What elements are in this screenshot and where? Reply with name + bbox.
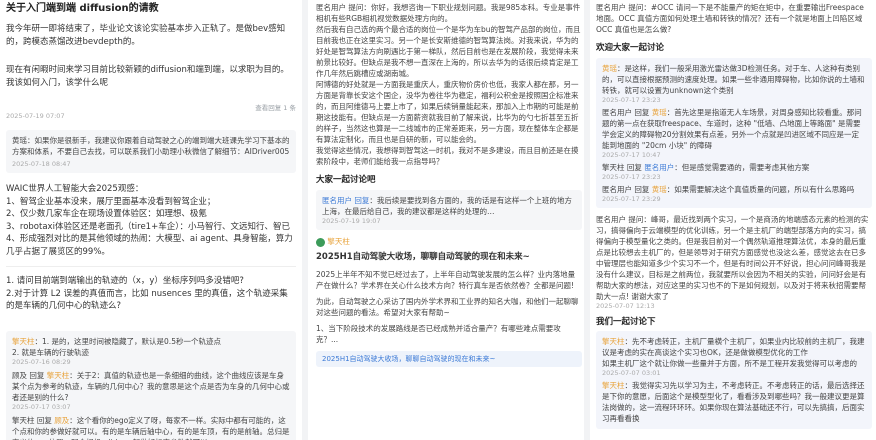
feed-column-left: 关于入门端到端 diffusion的请教 我今年研一即将结束了，毕业论文该论实验…	[0, 0, 302, 440]
answer-date: 2025-07-18 08:47	[12, 160, 71, 168]
reply-date: 2025-07-19 19:07	[322, 217, 381, 225]
answer-4: 匿名用户 回复 黄瑶：如果需要解决这个真值质量的问题，所以有什么思路吗	[602, 185, 855, 194]
answer-date: 2025-07-17 10:47	[602, 151, 661, 159]
occ-question: 匿名用户 提问：#OCC 请问一下是不能量产的矩在矩中，在重要输出Freespa…	[596, 3, 864, 34]
answer-3: 擎天柱 回复 匿名用户：但是感觉需要通的，需要考虑其他方案	[602, 163, 810, 172]
article-title[interactable]: 2025H1自动驾驶大收场，聊聊自动驾驶的现在和未来~	[316, 251, 582, 264]
answer-2: 匿名用户 回复 黄瑶：首先这里是指道无人车场景，对周身感知比较看重。那问题的第一…	[602, 108, 862, 150]
commenter-name[interactable]: 擎天柱	[12, 337, 35, 346]
author-avatar	[316, 237, 325, 247]
feed-column-right: 匿名用户 提问：#OCC 请问一下是不能量产的矩在矩中，在重要输出Freespa…	[590, 0, 876, 440]
question-1: 1. 请问目前端到端输出的轨迹的（x，y）坐标序列吗多没错吧?	[6, 276, 244, 286]
answer-b2-line-2: 如果主机厂这个就让你做一些量并于方面，所不是工程开发我觉得可以考虑的	[602, 359, 857, 368]
feed-column-middle: 匿名用户 提问：你好，我想咨询一下职业规划问题。我是985本科。专业是事件相机有…	[310, 0, 587, 440]
answer-date: 2025-07-17 23:23	[602, 96, 661, 104]
answer-text: 黄瑶：如果你是很新手，我建议你跟着自动驾驶之心的端到端大班课先学习下基本的方案和…	[12, 136, 290, 156]
comments-card: 擎天柱：1. 是的，这里时间被隐藏了，默认是0.5秒一个轨迹点 2. 就是车辆的…	[6, 330, 296, 440]
answer-card: 黄瑶：如果你是很新手，我建议你跟着自动驾驶之心的端到端大班课先学习下基本的方案和…	[6, 130, 296, 173]
waic-line: WAIC世界人工智能大会2025观感：	[6, 184, 144, 194]
column-separator	[302, 0, 308, 440]
discussion-title: 大家一起讨论吧	[316, 175, 376, 185]
answer-date: 2025-07-17 23:23	[602, 173, 661, 181]
waic-line: 2、仅少数几家车企在现场设置体验区：如理想、极氪	[6, 209, 207, 219]
comment-1-line-2: 2. 就是车辆的行驶轨迹	[12, 347, 90, 357]
waic-line: 1、智驾企业基本没来，展厅里面基本没看到智驾企业；	[6, 196, 216, 207]
comment-3: 擎天柱 回复 顾及：这个看你的ego定义了呀，每家不一样。实际中都有可能的，这个…	[12, 415, 290, 440]
article-question: 1、当下阶段技术的发展路线是否已经成熟并适合量产？有哪些难点需要攻克？...	[316, 323, 561, 344]
answer-b2: 擎天柱：先不考虑转正，主机厂量横个主机厂，如果业内比较前的主机厂，我建议是考虑的…	[602, 337, 865, 357]
question-date: 2025-07-07 12:13	[596, 302, 655, 310]
waic-line: 3、robotaxi体验区还是老面孔（tire1+车企）：小马智行、文远知行、智…	[6, 221, 290, 232]
question-2: 2.对于计算 L2 误差的真值而言，比如 nusences 里的真值，这个轨迹采…	[6, 288, 288, 312]
article-para-1: 2025上半年不知不觉已经过去了，上半年自动驾驶发展的怎么样？业内落地量产在做什…	[316, 269, 576, 290]
waic-line: 4、形成强烈对比的是其他领域的热闹：大模型、ai agent、具身智能，算力几乎…	[6, 234, 293, 257]
reply-card: 匿名用户 回复：我后续是要找到各方面的，我的话是有这样一个上班的地方上海，在最后…	[316, 190, 582, 230]
article-link[interactable]: 2025H1自动驾驶大收场，聊聊自动驾驶的现在和未来~	[316, 350, 582, 367]
article-card[interactable]: 擎天柱 2025H1自动驾驶大收场，聊聊自动驾驶的现在和未来~ 2025上半年不…	[316, 236, 582, 367]
post-body: 我今年研一即将结束了，毕业论文该论实验基本步入正轨了。是做bev感知的，跨模态蒸…	[6, 24, 286, 47]
comment-1: 擎天柱：1. 是的，这里时间被隐藏了，默认是0.5秒一个轨迹点	[12, 336, 221, 346]
answer-1: 黄瑶：是这样，我们一般采用激光雷达做3D检测任务。对于车、人这种有类别的，可以直…	[602, 64, 865, 95]
comment-date: 2025-07-17 03:07	[12, 402, 71, 411]
reply-text: 匿名用户 回复：我后续是要找到各方面的，我的话是有这样一个上班的地方上海，在最后…	[322, 196, 572, 216]
post-body-2: 现在有闲暇时间来学习目前比较新颖的diffusion和端到端，以求职为目的。我该…	[6, 65, 289, 88]
view-replies-link[interactable]: 查看回复 1 条	[255, 102, 296, 112]
internship-question: 匿名用户 提问：峰哥，最近找到两个实习，一个是商汤的地端感态元素的检测的实习，搞…	[596, 215, 869, 301]
question-para-3: 我觉得这些情况，我想得到智驾这一时机，我对不是多建设，而且目前还是在摸索阶段中，…	[316, 146, 579, 166]
question-para-1: 然后我有自己选的两个最合适的岗位一个是华为车bu的智驾产品部的岗位，而且目前我也…	[316, 25, 581, 78]
discussion-title-2: 我们一起讨论下	[596, 317, 656, 327]
answer-date: 2025-07-07 03:01	[602, 369, 661, 377]
comment-date: 2025-07-16 08:29	[12, 357, 71, 366]
article-para-2: 为此，自动驾驶之心采访了国内外学术界和工业界的知名大咖，和他们一起聊聊对这些问题…	[316, 296, 579, 317]
author-name[interactable]: 擎天柱	[327, 237, 350, 246]
waic-post: WAIC世界人工智能大会2025观感： 1、智驾企业基本没来，展厅里面基本没看到…	[6, 183, 296, 258]
answer-date: 2025-07-17 23:29	[602, 195, 661, 203]
answers-card: 黄瑶：是这样，我们一般采用激光雷达做3D检测任务。对于车、人这种有类别的，可以直…	[596, 58, 872, 208]
answers-card-2: 擎天柱：先不考虑转正，主机厂量横个主机厂，如果业内比较前的主机厂，我建议是考虑的…	[596, 331, 872, 429]
question-intro: 匿名用户 提问：你好，我想咨询一下职业规划问题。我是985本科。专业是事件相机有…	[316, 3, 581, 23]
post-title[interactable]: 关于入门端到端 diffusion的请教	[6, 2, 296, 15]
comment-2: 顾及 回复 擎天柱：关于2：真值的轨迹也是一条细细的曲线，这个曲线应该是车身某个…	[12, 370, 290, 402]
question-para-2: 阿博德的好处就是一方面我是重庆人，重庆物价房价也低，我家人都在那，另一方面是背靠…	[316, 80, 579, 144]
answer-b3: 擎天柱：我觉得实习先以学习为主，不考虑转正。不考虑转正的话，最后选择还是下你的意…	[602, 381, 865, 423]
welcome-title: 欢迎大家一起讨论	[596, 43, 665, 53]
post-timestamp: 2025-07-19 07:07	[6, 112, 65, 120]
